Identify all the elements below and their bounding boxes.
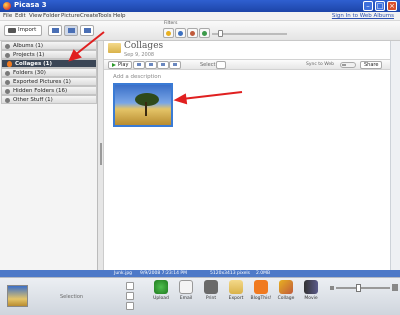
blogthis-label: BlogThis! [250, 296, 272, 301]
annotation-arrow-to-thumbnail [181, 91, 243, 100]
print-label: Print [205, 296, 217, 301]
upload-button[interactable]: Upload [150, 280, 172, 313]
thumbnail-size-slider[interactable] [336, 287, 390, 289]
status-bar: Junk.jpg 9/9/2008 7:23:14 PM 5120x3413 p… [0, 270, 400, 277]
tray-thumbnail[interactable] [7, 285, 28, 307]
export-icon [229, 280, 243, 294]
hold-pin-icon[interactable] [126, 282, 134, 290]
photo-tray: Selection Upload Email Print Export Blog… [0, 277, 400, 315]
annotation-arrow-to-collages [74, 31, 105, 56]
email-label: Email [179, 296, 193, 301]
collage-label: Collage [277, 296, 295, 301]
zoom-out-icon [330, 286, 334, 290]
print-icon [204, 280, 218, 294]
status-filename: Junk.jpg [114, 271, 133, 276]
thumbnail-size-handle[interactable] [356, 284, 361, 292]
status-filesize: 2.0MB [256, 271, 271, 276]
zoom-in-icon [392, 284, 398, 291]
upload-icon [154, 280, 168, 294]
movie-label: Movie [304, 296, 318, 301]
email-icon [179, 280, 193, 294]
blogger-icon [254, 280, 268, 294]
status-dimensions: 5120x3413 pixels [210, 271, 250, 276]
email-button[interactable]: Email [175, 280, 197, 313]
export-button[interactable]: Export [225, 280, 247, 313]
upload-label: Upload [153, 296, 169, 301]
status-datetime: 9/9/2008 7:23:14 PM [140, 271, 188, 276]
movie-icon [304, 280, 318, 294]
export-label: Export [228, 296, 244, 301]
collage-button[interactable]: Collage [275, 280, 297, 313]
annotation-arrowhead-to-thumbnail [173, 93, 188, 105]
collage-icon [279, 280, 293, 294]
selection-label: Selection [60, 294, 84, 300]
blogthis-button[interactable]: BlogThis! [250, 280, 272, 313]
print-button[interactable]: Print [200, 280, 222, 313]
clear-tray-icon[interactable] [126, 292, 134, 300]
annotation-arrows [68, 31, 243, 105]
movie-button[interactable]: Movie [300, 280, 322, 313]
add-to-album-icon[interactable] [126, 302, 134, 310]
